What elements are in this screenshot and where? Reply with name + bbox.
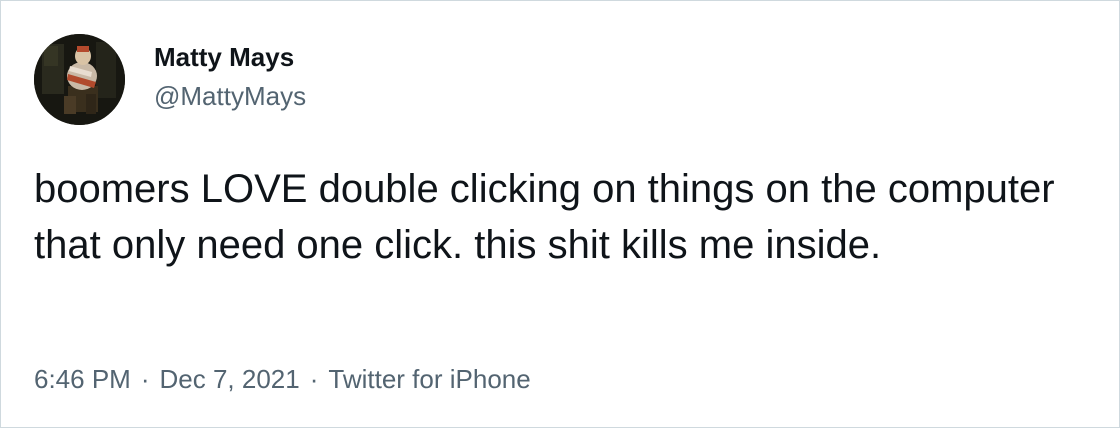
avatar[interactable] [34,34,125,125]
separator-dot: · [309,364,319,394]
separator-dot: · [140,364,150,394]
tweet-date[interactable]: Dec 7, 2021 [160,364,300,394]
display-name[interactable]: Matty Mays [154,42,294,72]
tweet-card: Matty Mays @MattyMays boomers LOVE doubl… [0,0,1120,428]
tweet-metadata: 6:46 PM · Dec 7, 2021 · Twitter for iPhone [34,364,531,394]
tweet-time[interactable]: 6:46 PM [34,364,131,394]
user-avatar-photo-icon [34,34,125,125]
tweet-text: boomers LOVE double clicking on things o… [34,167,1055,267]
user-handle[interactable]: @MattyMays [154,81,306,111]
tweet-source-link[interactable]: Twitter for iPhone [328,364,530,394]
